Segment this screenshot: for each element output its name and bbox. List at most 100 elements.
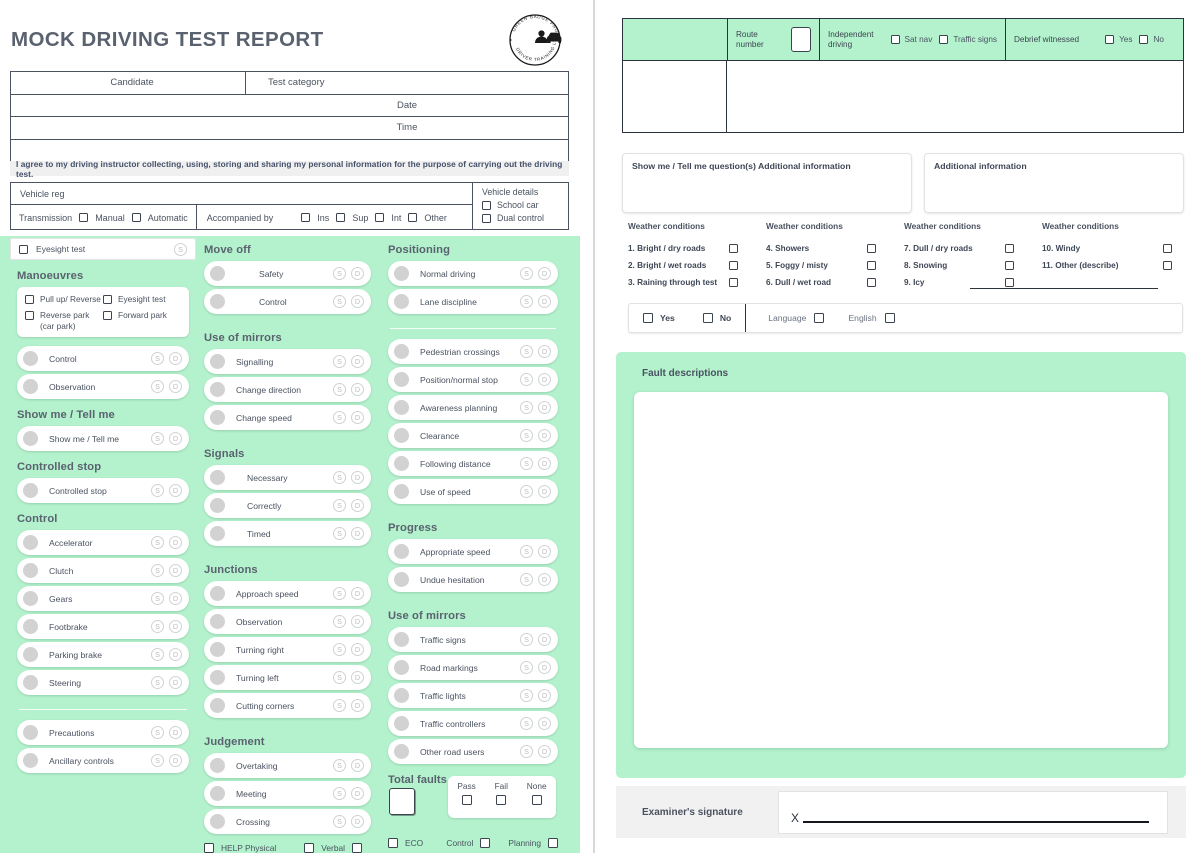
fault-marker-dot[interactable] — [23, 675, 38, 690]
dangerous-badge[interactable]: D — [169, 620, 182, 633]
list-item[interactable]: Gears S D — [17, 586, 189, 611]
fault-marker-dot[interactable] — [23, 647, 38, 662]
serious-badge[interactable]: S — [333, 671, 346, 684]
checkbox-yes[interactable] — [643, 313, 653, 323]
list-item[interactable]: Controlled stop S D — [17, 478, 189, 503]
dangerous-badge[interactable]: D — [169, 648, 182, 661]
candidate-extra-field[interactable] — [11, 117, 246, 139]
checkbox-weather-1[interactable] — [729, 244, 738, 253]
serious-badge[interactable]: S — [151, 726, 164, 739]
checkbox-pass[interactable] — [462, 795, 472, 805]
checkbox-weather-5[interactable] — [867, 261, 876, 270]
dangerous-badge[interactable]: D — [169, 536, 182, 549]
list-item[interactable]: SafetySD — [204, 261, 371, 286]
list-item[interactable]: Normal drivingSD — [388, 261, 558, 286]
checkbox-ins[interactable] — [301, 213, 310, 222]
list-item[interactable]: ControlSD — [204, 289, 371, 314]
fault-marker-dot[interactable] — [23, 591, 38, 606]
list-item[interactable]: Change speedSD — [204, 405, 371, 430]
checkbox-sat-nav[interactable] — [891, 35, 900, 44]
dangerous-badge[interactable]: D — [351, 411, 364, 424]
checkbox-verbal[interactable] — [304, 843, 314, 853]
serious-badge[interactable]: S — [333, 587, 346, 600]
fault-marker-dot[interactable] — [394, 294, 409, 309]
result-option-fail[interactable]: Fail — [495, 781, 508, 805]
fault-marker-dot[interactable] — [394, 400, 409, 415]
serious-badge[interactable]: S — [151, 564, 164, 577]
list-item[interactable]: Appropriate speedSD — [388, 539, 558, 564]
serious-badge[interactable]: S — [520, 717, 533, 730]
dangerous-badge[interactable]: D — [169, 676, 182, 689]
serious-badge[interactable]: S — [520, 429, 533, 442]
dangerous-badge[interactable]: D — [538, 401, 551, 414]
fault-marker-dot[interactable] — [394, 744, 409, 759]
checkbox-weather-11[interactable] — [1163, 261, 1172, 270]
fault-marker-dot[interactable] — [210, 670, 225, 685]
fault-marker-dot[interactable] — [394, 716, 409, 731]
list-item[interactable]: Turning rightSD — [204, 637, 371, 662]
serious-badge[interactable]: S — [333, 383, 346, 396]
fault-marker-dot[interactable] — [210, 698, 225, 713]
checkbox-debrief-yes[interactable] — [1105, 35, 1114, 44]
total-faults-input[interactable] — [389, 788, 415, 815]
fault-marker-dot[interactable] — [394, 456, 409, 471]
dangerous-badge[interactable]: D — [169, 352, 182, 365]
checkbox-school-car[interactable] — [482, 201, 491, 210]
list-item[interactable]: Clutch S D — [17, 558, 189, 583]
serious-badge[interactable]: S — [520, 545, 533, 558]
weather-option[interactable]: 2. Bright / wet roads — [628, 257, 766, 274]
dangerous-badge[interactable]: D — [169, 564, 182, 577]
eyesight-test-row[interactable]: Eyesight test S — [10, 238, 196, 260]
checkbox-weather-9[interactable] — [1005, 278, 1014, 287]
dangerous-badge[interactable]: D — [351, 787, 364, 800]
checkbox-traffic-signs[interactable] — [939, 35, 948, 44]
dangerous-badge[interactable]: D — [538, 545, 551, 558]
checkbox-forward-park[interactable] — [103, 311, 112, 320]
fault-marker-dot[interactable] — [394, 266, 409, 281]
fault-marker-dot[interactable] — [210, 758, 225, 773]
list-item[interactable]: Control S D — [17, 346, 189, 371]
fault-marker-dot[interactable] — [23, 535, 38, 550]
list-item[interactable]: Use of speedSD — [388, 479, 558, 504]
checkbox-weather-6[interactable] — [867, 278, 876, 287]
candidate-name-field[interactable] — [11, 95, 246, 117]
dangerous-badge[interactable]: D — [538, 573, 551, 586]
dangerous-badge[interactable]: D — [351, 671, 364, 684]
serious-badge[interactable]: S — [151, 432, 164, 445]
option-sat-nav[interactable]: Sat nav — [891, 35, 933, 44]
serious-badge[interactable]: S — [151, 676, 164, 689]
fault-descriptions-textarea[interactable] — [634, 392, 1168, 748]
dangerous-badge[interactable]: D — [351, 815, 364, 828]
fault-marker-dot[interactable] — [210, 382, 225, 397]
serious-badge[interactable]: S — [520, 633, 533, 646]
vehicle-reg-row[interactable]: Vehicle reg — [11, 183, 472, 205]
dangerous-badge[interactable]: D — [538, 295, 551, 308]
list-item[interactable]: Following distanceSD — [388, 451, 558, 476]
checkbox-eyesight-test-manoeuvre[interactable] — [103, 295, 112, 304]
manoeuvre-option[interactable]: Reverse park (car park) — [25, 310, 103, 331]
fault-marker-dot[interactable] — [394, 344, 409, 359]
checkbox-weather-8[interactable] — [1005, 261, 1014, 270]
serious-badge[interactable]: S — [151, 536, 164, 549]
serious-badge[interactable]: S — [520, 661, 533, 674]
fault-marker-dot[interactable] — [210, 266, 225, 281]
list-item[interactable]: Ancillary controls S D — [17, 748, 189, 773]
dangerous-badge[interactable]: D — [351, 471, 364, 484]
serious-badge[interactable]: S — [333, 527, 346, 540]
checkbox-weather-7[interactable] — [1005, 244, 1014, 253]
weather-option[interactable]: 3. Raining through test — [628, 274, 766, 291]
weather-option[interactable]: 8. Snowing — [904, 257, 1042, 274]
dangerous-badge[interactable]: D — [538, 745, 551, 758]
serious-badge[interactable]: S — [151, 620, 164, 633]
serious-badge[interactable]: S — [520, 373, 533, 386]
list-item[interactable]: Traffic lightsSD — [388, 683, 558, 708]
fault-marker-dot[interactable] — [394, 372, 409, 387]
fault-marker-dot[interactable] — [23, 379, 38, 394]
fault-marker-dot[interactable] — [394, 688, 409, 703]
dangerous-badge[interactable]: D — [351, 295, 364, 308]
serious-badge[interactable]: S — [333, 499, 346, 512]
list-item[interactable]: Other road usersSD — [388, 739, 558, 764]
fault-marker-dot[interactable] — [210, 814, 225, 829]
fault-marker-dot[interactable] — [210, 354, 225, 369]
dangerous-badge[interactable]: D — [351, 383, 364, 396]
